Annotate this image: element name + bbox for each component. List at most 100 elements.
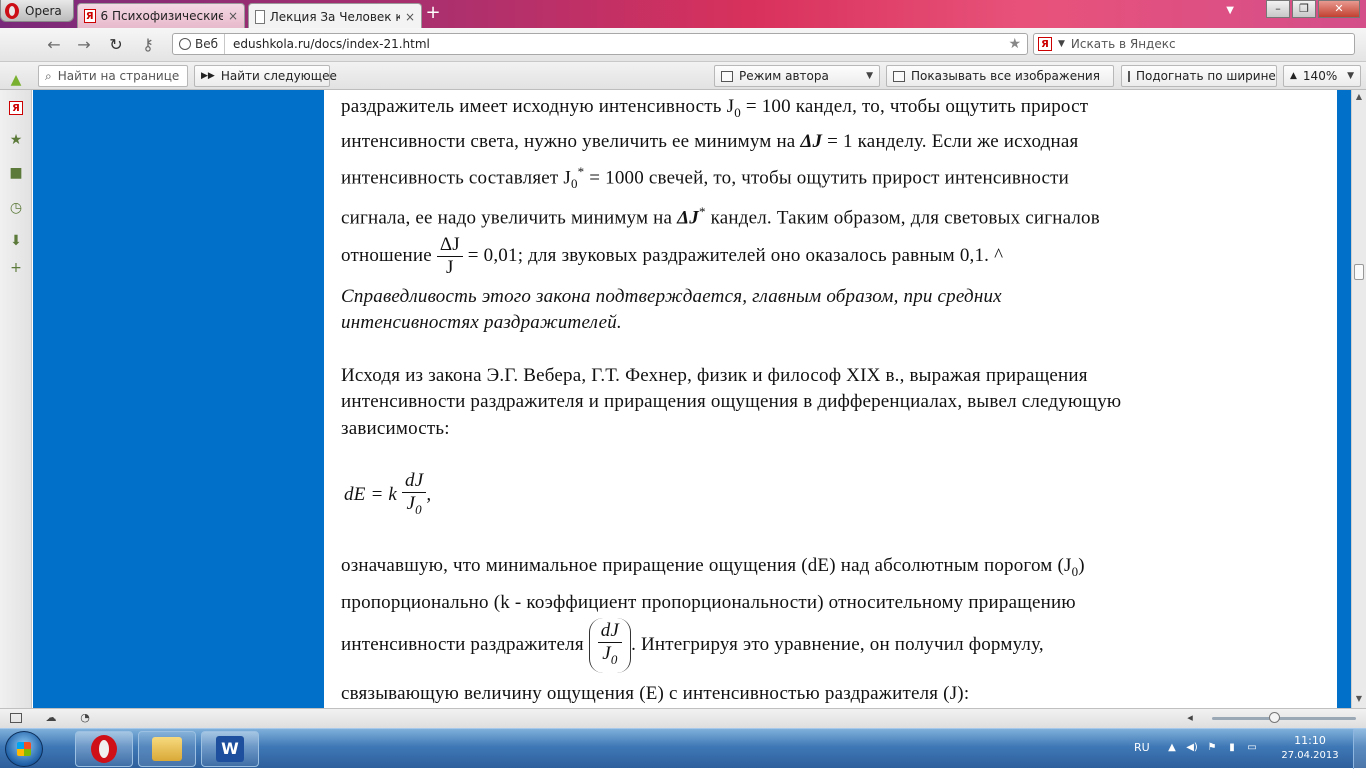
reload-icon[interactable]: ↻ [106,35,126,55]
tab-list-chevron-icon[interactable]: ▼ [1226,5,1234,16]
folder-icon [152,737,182,761]
panel-toggle-icon[interactable] [10,713,22,723]
back-arrow-icon[interactable]: ← [44,35,64,55]
author-mode-label: Режим автора [739,69,829,83]
zoom-slider-knob[interactable] [1269,712,1280,723]
tab-close-icon[interactable]: × [228,9,238,23]
author-mode-icon [721,70,733,82]
chevron-down-icon: ▼ [1347,71,1354,81]
side-panel: ▲ Я ★ ■ ◷ ⬇ + [0,72,32,708]
text-line: сигнала, ее надо увеличить минимум на ΔJ… [341,204,1100,229]
text-line: связывающую величину ощущения (E) с инте… [341,683,970,704]
cloud-unite-icon[interactable]: ☁ [44,711,58,725]
search-icon: ⌕ [45,68,52,83]
windows-logo-icon [17,742,31,756]
delta-j-symbol: ΔJ [800,131,823,152]
tab-label: Лекция За Человек ка… [269,9,400,24]
text-line: отношение ΔJ J = 0,01; для звуковых раздр… [341,234,1004,279]
scroll-up-icon[interactable]: ▲ [1354,92,1364,101]
opera-menu-label: Opera [25,3,62,18]
text-line: интенсивности света, нужно увеличить ее … [341,131,1079,152]
downloads-icon[interactable]: ⬇ [8,233,24,249]
bookmarks-star-icon[interactable]: ★ [8,132,24,148]
web-mode-label: Веб [195,37,219,51]
tab-close-icon[interactable]: × [405,10,415,24]
notes-icon[interactable]: ■ [8,165,24,181]
find-toolbar: ⌕ Найти на странице ▶▶ Найти следующее Р… [0,62,1366,90]
url-field[interactable]: Веб edushkola.ru/docs/index-21.html ★ [172,33,1028,55]
add-panel-plus-icon[interactable]: + [8,260,24,276]
scroll-down-icon[interactable]: ▼ [1354,694,1364,703]
history-clock-icon[interactable]: ◷ [8,200,24,216]
wand-key-icon[interactable]: ⚷ [138,35,158,55]
search-field[interactable]: Я ▼ Искать в Яндекс [1033,33,1355,55]
fechner-formula: dE = k dJ J0, [344,470,432,517]
hscroll-left-icon[interactable]: ◂ [1183,711,1197,725]
window-controls: – ❐ ✕ [1266,0,1360,18]
find-placeholder: Найти на странице [57,69,180,83]
turbo-icon[interactable]: ◔ [78,711,92,725]
fit-width-icon [1128,70,1130,82]
tab-lecture[interactable]: Лекция За Человек ка… × [248,3,422,29]
taskbar-opera-button[interactable] [75,731,133,767]
tab-psychophysical[interactable]: Я 6 Психофизические за… × [77,3,245,28]
zoom-label: 140% [1302,69,1338,83]
word-app-icon: W [216,736,244,762]
globe-icon [179,38,191,50]
show-images-label: Показывать все изображения [911,69,1100,83]
zoom-dropdown[interactable]: ▲ 140% ▼ [1283,65,1361,87]
opera-menu-button[interactable]: Opera [0,0,74,22]
fit-width-button[interactable]: Подогнать по ширине [1121,65,1277,87]
find-next-icon: ▶▶ [201,71,215,81]
web-content: раздражитель имеет исходную интенсивност… [33,90,1351,708]
ratio-fraction: ΔJ J [436,234,463,279]
italic-note: интенсивностях раздражителей. [341,312,622,333]
opera-logo-icon [5,2,19,19]
speed-dial-icon[interactable]: ▲ [8,72,24,88]
windows-taskbar: W RU ▲ ◀) ⚑ ▮ ▭ 11:10 27.04.2013 [0,728,1366,769]
vertical-scrollbar[interactable]: ▲ ▼ [1351,90,1366,708]
text-line: зависимость: [341,418,450,439]
text-line: означавшую, что минимальное приращение о… [341,555,1085,579]
zoom-slider[interactable] [1212,712,1356,723]
find-next-button[interactable]: ▶▶ Найти следующее [194,65,337,87]
language-indicator[interactable]: RU [1134,741,1150,754]
url-text[interactable]: edushkola.ru/docs/index-21.html [225,37,430,51]
bookmark-star-icon[interactable]: ★ [1008,36,1021,52]
find-next-label: Найти следующее [220,69,337,83]
author-mode-dropdown[interactable]: Режим автора ▼ [714,65,880,87]
new-tab-plus-icon[interactable]: + [425,4,441,22]
search-engine-chevron-icon[interactable]: ▼ [1058,39,1065,49]
find-on-page-input[interactable]: ⌕ Найти на странице [38,65,188,87]
window-close-icon[interactable]: ✕ [1318,0,1360,18]
text-line: раздражитель имеет исходную интенсивност… [341,96,1089,120]
clock-date: 27.04.2013 [1281,750,1339,761]
web-mode-badge[interactable]: Веб [173,34,226,54]
tab-label: 6 Психофизические за… [100,9,223,23]
relative-increment-fraction: dJ J0 [588,618,632,673]
show-desktop-button[interactable] [1353,729,1366,769]
text-line: интенсивности раздражителя dJ J0. Интегри… [341,618,1044,673]
taskbar-explorer-button[interactable] [138,731,196,767]
forward-arrow-icon[interactable]: → [74,35,94,55]
battery-icon[interactable]: ▭ [1246,742,1258,754]
text-line: интенсивность составляет J0* = 1000 свеч… [341,164,1070,192]
taskbar-word-button[interactable]: W [201,731,259,767]
show-images-button[interactable]: Показывать все изображения [886,65,1114,87]
network-signal-icon[interactable]: ▮ [1226,742,1238,754]
volume-icon[interactable]: ◀) [1186,742,1198,754]
action-center-flag-icon[interactable]: ⚑ [1206,742,1218,754]
status-bar: ☁ ◔ ◂ [0,708,1366,728]
zoom-up-icon: ▲ [1290,71,1297,81]
maximize-icon[interactable]: ❐ [1292,0,1316,18]
image-icon [893,70,905,82]
clock[interactable]: 11:10 27.04.2013 [1272,733,1348,763]
scroll-thumb[interactable] [1354,264,1364,280]
minimize-icon[interactable]: – [1266,0,1290,18]
system-tray: RU ▲ ◀) ⚑ ▮ ▭ 11:10 27.04.2013 [1126,729,1366,769]
yandex-panel-icon[interactable]: Я [8,99,24,115]
document-page: раздражитель имеет исходную интенсивност… [324,90,1337,708]
yandex-favicon-icon: Я [84,9,96,23]
start-button[interactable] [5,731,43,767]
show-hidden-icons-icon[interactable]: ▲ [1166,742,1178,754]
